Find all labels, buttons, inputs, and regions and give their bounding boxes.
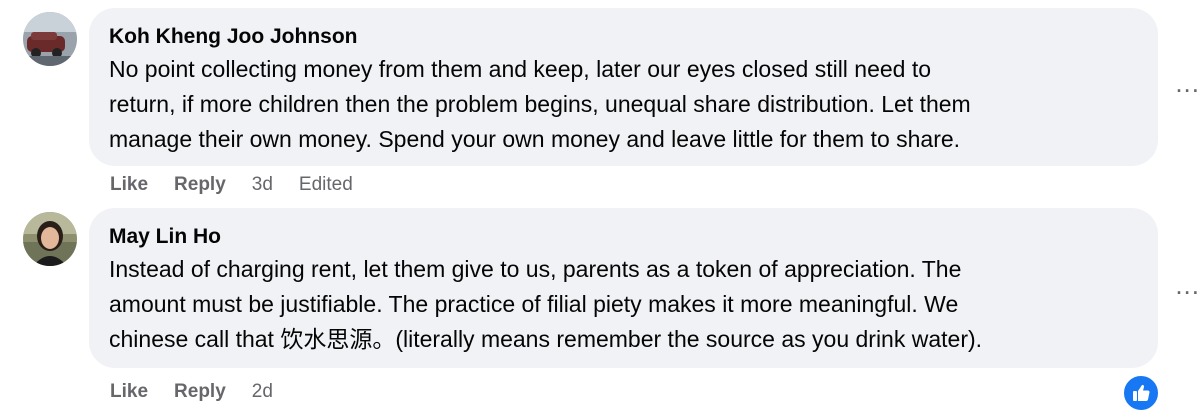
- more-options-icon[interactable]: ...: [1175, 70, 1200, 96]
- comment-bubble: May Lin Ho Instead of charging rent, let…: [89, 208, 1158, 368]
- avatar-image: [23, 212, 77, 266]
- edited-label[interactable]: Edited: [299, 174, 353, 196]
- comment-bubble: Koh Kheng Joo Johnson No point collectin…: [89, 8, 1158, 166]
- comment-actions: Like Reply 3d Edited: [110, 174, 379, 196]
- reply-button[interactable]: Reply: [174, 174, 226, 196]
- reaction-badge[interactable]: [1122, 374, 1160, 412]
- comment-timestamp[interactable]: 2d: [252, 381, 273, 403]
- comment-line: Instead of charging rent, let them give …: [109, 256, 962, 282]
- comment-text: No point collecting money from them and …: [109, 52, 1138, 157]
- comment-author[interactable]: May Lin Ho: [109, 223, 1138, 250]
- avatar[interactable]: [23, 12, 77, 66]
- comment-line: manage their own money. Spend your own m…: [109, 126, 961, 152]
- thumbs-up-icon: [1133, 384, 1150, 401]
- more-options-icon[interactable]: ...: [1175, 272, 1200, 298]
- avatar[interactable]: [23, 212, 77, 266]
- like-button[interactable]: Like: [110, 381, 148, 403]
- comment-line: No point collecting money from them and …: [109, 56, 932, 82]
- comment-line: return, if more children then the proble…: [109, 91, 971, 117]
- comment-line: chinese call that 饮水思源。(literally means …: [109, 326, 983, 352]
- comment-text: Instead of charging rent, let them give …: [109, 252, 1138, 357]
- like-button[interactable]: Like: [110, 174, 148, 196]
- comment-author[interactable]: Koh Kheng Joo Johnson: [109, 23, 1138, 50]
- avatar-image: [23, 12, 77, 66]
- reply-button[interactable]: Reply: [174, 381, 226, 403]
- comment-actions: Like Reply 2d: [110, 381, 299, 403]
- comment-timestamp[interactable]: 3d: [252, 174, 273, 196]
- comment-line: amount must be justifiable. The practice…: [109, 291, 959, 317]
